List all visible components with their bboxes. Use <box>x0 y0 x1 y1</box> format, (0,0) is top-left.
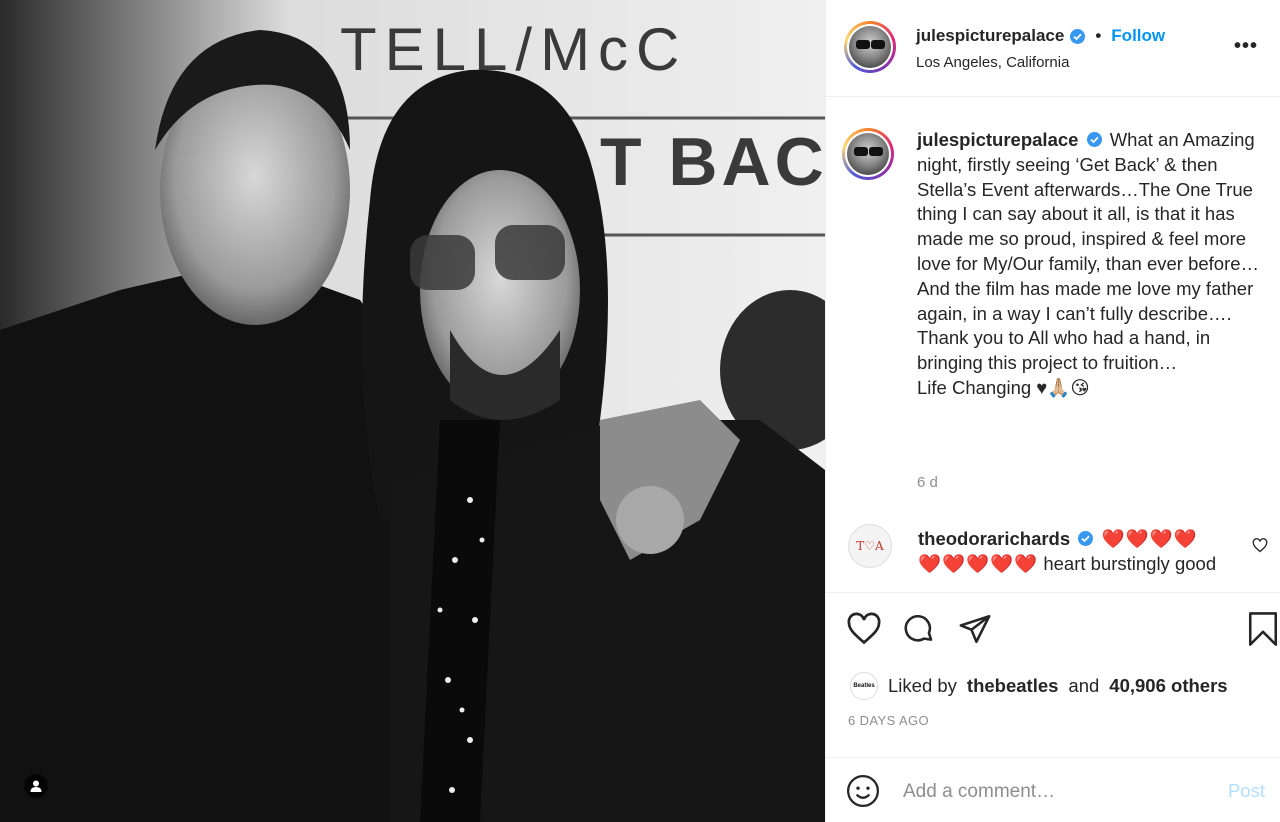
caption-line-1: What an Amazing night, firstly seeing ‘G… <box>917 129 1260 274</box>
author-avatar[interactable] <box>844 21 896 73</box>
save-bookmark-icon[interactable] <box>1246 610 1280 653</box>
post-header: julespicturepalace • Follow Los Angeles,… <box>826 0 1280 97</box>
likes-others-link[interactable]: 40,906 others <box>1109 675 1227 697</box>
post-location[interactable]: Los Angeles, California <box>916 54 1069 71</box>
verified-badge-icon <box>1070 28 1086 44</box>
backdrop-text-mid: T BAC <box>600 124 825 200</box>
comment-body: heart burstingly good <box>1043 553 1217 574</box>
caption-username[interactable]: julespicturepalace <box>917 129 1078 150</box>
person-icon <box>30 780 42 792</box>
caption-line-2: And the film has made me love my father … <box>917 277 1254 324</box>
caption-author-avatar[interactable] <box>842 128 894 180</box>
caption-verified-badge-icon <box>1086 132 1102 147</box>
author-username-row: julespicturepalace • Follow <box>916 26 1165 46</box>
post-photo[interactable]: TELL/McC T BAC <box>0 0 825 822</box>
likes-joiner: and <box>1068 675 1100 696</box>
share-paper-plane-icon[interactable] <box>958 612 992 651</box>
add-comment-bar: Post <box>826 757 1280 822</box>
post-actions <box>846 610 1278 651</box>
likes-summary: Beatles Liked by thebeatles and 40,906 o… <box>850 672 1228 700</box>
likes-prefix: Liked by <box>888 675 957 696</box>
comment-input[interactable] <box>901 776 1205 808</box>
liker-username[interactable]: thebeatles <box>967 675 1059 697</box>
more-options-icon[interactable]: ••• <box>1234 36 1258 56</box>
caption-line-4: Life Changing ♥🙏🏼😘 <box>917 376 1090 398</box>
emoji-smiley-icon[interactable] <box>846 774 880 813</box>
commenter-username[interactable]: theodorarichards <box>918 528 1070 549</box>
separator-dot: • <box>1095 26 1102 45</box>
comment-bubble-icon[interactable] <box>902 612 936 651</box>
author-username[interactable]: julespicturepalace <box>916 26 1064 46</box>
post-comment-button[interactable]: Post <box>1228 780 1265 802</box>
comment-text: theodorarichards ❤️❤️❤️❤️❤️❤️❤️❤️❤️ hear… <box>918 526 1218 576</box>
comment-like-heart-icon[interactable] <box>1252 538 1268 558</box>
caption-text: julespicturepalace What an Amazing night… <box>917 128 1272 401</box>
commenter-verified-badge-icon <box>1078 531 1094 546</box>
backdrop-text-top: TELL/McC <box>340 16 687 83</box>
photo-illustration: TELL/McC T BAC <box>0 0 825 822</box>
actions-divider <box>826 592 1280 593</box>
post-details-panel: julespicturepalace • Follow Los Angeles,… <box>825 0 1280 822</box>
commenter-avatar[interactable]: T♡A <box>848 524 892 568</box>
follow-button[interactable]: Follow <box>1111 26 1165 46</box>
tagged-users-button[interactable] <box>24 774 48 798</box>
like-heart-icon[interactable] <box>846 612 882 651</box>
caption-line-3: Thank you to All who had a hand, in brin… <box>917 327 1211 374</box>
caption-timestamp[interactable]: 6 d <box>917 474 938 491</box>
post-timestamp[interactable]: 6 DAYS AGO <box>848 713 929 728</box>
liker-avatar[interactable]: Beatles <box>850 672 878 700</box>
